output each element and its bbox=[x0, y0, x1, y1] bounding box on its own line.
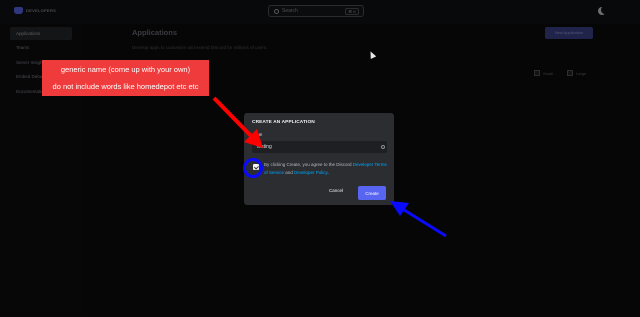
search-placeholder: Search bbox=[282, 8, 298, 14]
logo-text: DEVELOPERS bbox=[26, 8, 57, 13]
application-name-input[interactable] bbox=[252, 141, 387, 153]
page-title: Applications bbox=[132, 28, 178, 37]
discord-logo-icon bbox=[14, 7, 23, 14]
terms-agreement-text: By clicking Create, you agree to the Dis… bbox=[264, 161, 388, 176]
terms-checkbox[interactable] bbox=[253, 164, 259, 170]
terms-prefix: By clicking Create, you agree to the Dis… bbox=[264, 162, 353, 167]
annotation-line-2: do not include words like homedepot etc … bbox=[52, 82, 199, 91]
clear-input-icon[interactable] bbox=[381, 145, 385, 149]
view-large-label: Large bbox=[576, 70, 587, 76]
developer-policy-link[interactable]: Developer Policy bbox=[294, 170, 327, 175]
terms-mid: and bbox=[284, 169, 295, 175]
view-small-label: Small bbox=[543, 70, 554, 76]
new-application-button[interactable]: New Application bbox=[545, 27, 593, 39]
search-shortcut-badge: ⌘ K bbox=[345, 8, 359, 15]
modal-title: CREATE AN APPLICATION bbox=[252, 120, 315, 125]
sidebar-item-teams[interactable]: Teams bbox=[10, 41, 72, 54]
search-icon bbox=[274, 9, 279, 14]
view-small-toggle[interactable]: Small bbox=[534, 70, 553, 76]
name-field-label: NAME bbox=[252, 133, 263, 137]
mouse-cursor-icon bbox=[367, 50, 377, 59]
terms-suffix: . bbox=[327, 169, 329, 175]
annotation-note: generic name (come up with your own) do … bbox=[42, 60, 209, 96]
annotation-line-1: generic name (come up with your own) bbox=[60, 65, 191, 74]
grid-large-icon bbox=[567, 70, 573, 76]
sidebar-item-applications[interactable]: Applications bbox=[10, 27, 72, 40]
cancel-button[interactable]: Cancel bbox=[329, 188, 343, 193]
view-large-toggle[interactable]: Large bbox=[567, 70, 586, 76]
theme-toggle-moon-icon[interactable] bbox=[598, 6, 609, 15]
developer-portal-logo[interactable]: DEVELOPERS bbox=[14, 7, 56, 14]
create-button[interactable]: Create bbox=[358, 186, 386, 200]
grid-small-icon bbox=[534, 70, 540, 76]
search-bar[interactable]: Search ⌘ K bbox=[268, 5, 364, 17]
top-bar: DEVELOPERS Search ⌘ K bbox=[0, 0, 640, 24]
blue-arrow-icon bbox=[390, 201, 447, 238]
create-application-modal: CREATE AN APPLICATION NAME By clicking C… bbox=[244, 113, 394, 205]
page-subtitle: Develop apps to customize and extend Dis… bbox=[132, 45, 268, 50]
